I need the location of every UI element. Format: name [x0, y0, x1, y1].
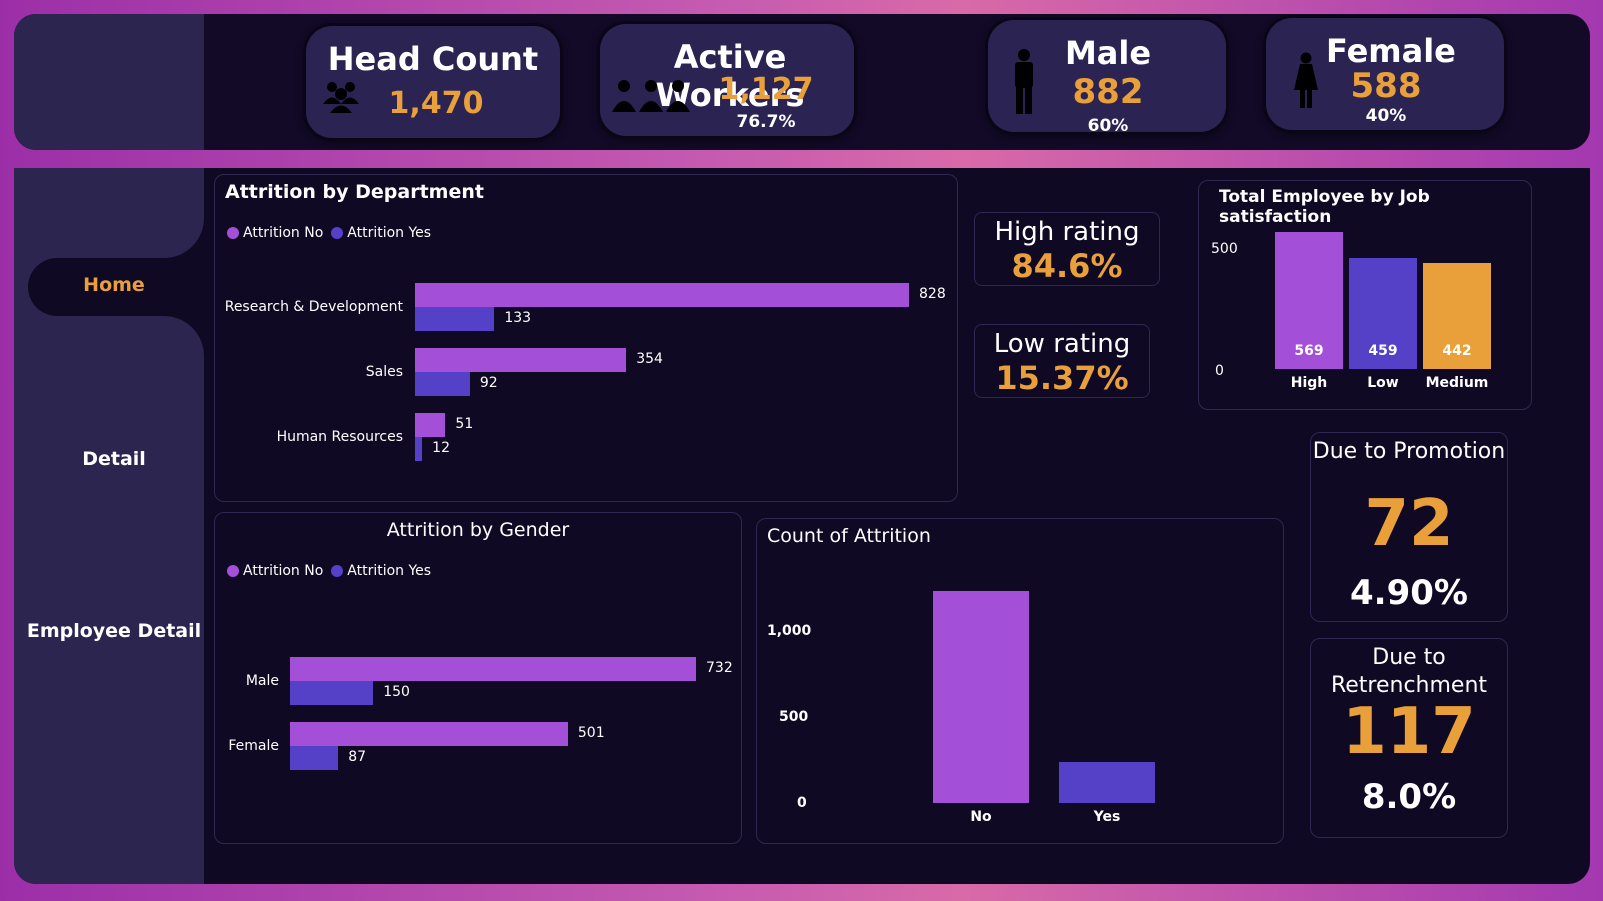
count-tick-0: 0 [797, 795, 807, 811]
count-chart-card: Count of Attrition 1,000 500 0 No Yes [756, 518, 1284, 844]
job-sat-category-label: Low [1367, 375, 1399, 391]
kpi-female-pct: 40% [1365, 106, 1407, 126]
job-sat-category-label: Medium [1425, 375, 1489, 391]
dept-category-label: Sales [365, 364, 403, 380]
count-bar [1059, 762, 1155, 803]
gender-bar-yes [290, 746, 339, 770]
gender-bar-no [290, 722, 568, 746]
male-icon [1010, 48, 1038, 118]
dept-value-yes: 92 [479, 375, 498, 391]
main-panel: Home Detail Employee Detail Attrition by… [14, 168, 1590, 884]
dept-bar-no [415, 413, 446, 437]
nav-home[interactable]: Home [24, 274, 204, 296]
job-sat-tick-500: 500 [1211, 241, 1238, 257]
dept-value-yes: 12 [432, 440, 450, 456]
team-icon [612, 78, 690, 116]
nav-detail[interactable]: Detail [24, 448, 204, 470]
low-rating-value: 15.37% [995, 359, 1129, 397]
kpi-female-title: Female [1326, 32, 1456, 70]
dept-value-no: 354 [636, 351, 663, 367]
count-category-label: Yes [1093, 809, 1121, 825]
header-sidebar [14, 14, 204, 150]
job-sat-title: Total Employee by Job satisfaction [1219, 187, 1430, 227]
legend-no-dot [227, 565, 239, 577]
retrenchment-title-1: Due to [1372, 645, 1446, 670]
high-rating-value: 84.6% [1011, 247, 1123, 285]
kpi-male-value: 882 [1072, 72, 1144, 112]
count-tick-1000: 1,000 [767, 623, 812, 639]
dept-category-label: Human Resources [276, 429, 403, 445]
dept-bar-yes [415, 437, 423, 461]
legend-no-label: Attrition No [243, 563, 324, 579]
gender-chart-card: Attrition by Gender Attrition No Attriti… [214, 512, 742, 844]
nav-employee-detail[interactable]: Employee Detail [24, 620, 204, 642]
gender-chart-title: Attrition by Gender [386, 519, 570, 541]
kpi-active-workers-pct: 76.7% [736, 112, 796, 132]
kpi-active-workers-value: 1,127 [718, 72, 814, 107]
kpi-active-workers: Active Workers 1,127 76.7% [600, 24, 854, 136]
nav-curve-top [154, 208, 204, 258]
dept-bar-yes [415, 307, 495, 331]
legend-yes-label: Attrition Yes [347, 563, 432, 579]
job-sat-card: Total Employee by Job satisfaction 500 0… [1198, 180, 1532, 410]
job-sat-tick-0: 0 [1215, 363, 1224, 379]
job-sat-category-label: High [1290, 375, 1328, 391]
dept-chart-title: Attrition by Department [225, 181, 484, 203]
high-rating-label: High rating [994, 217, 1140, 247]
dept-bar-no [415, 283, 909, 307]
gender-value-no: 732 [706, 660, 733, 676]
count-category-label: No [970, 809, 992, 825]
low-rating-label: Low rating [993, 329, 1131, 359]
kpi-head-count-title: Head Count [327, 40, 539, 78]
kpi-male: Male 882 60% [988, 20, 1226, 136]
retrenchment-value: 117 [1342, 695, 1476, 769]
gender-category-label: Female [228, 738, 279, 754]
legend-no-dot [227, 227, 239, 239]
promotion-value: 72 [1364, 487, 1454, 561]
dept-legend: Attrition No Attrition Yes [227, 225, 431, 241]
dept-bar-no [415, 348, 627, 372]
kpi-male-pct: 60% [1087, 116, 1129, 136]
kpi-head-count: Head Count 1,470 [306, 26, 560, 138]
gender-bar-yes [290, 681, 374, 705]
dept-value-no: 51 [455, 416, 474, 432]
legend-yes-dot [331, 227, 344, 239]
dept-value-no: 828 [919, 286, 946, 302]
gender-category-label: Male [245, 673, 279, 689]
job-sat-bar-value: 442 [1442, 343, 1472, 359]
kpi-header: Head Count 1,470 Active Workers 1,127 76… [14, 14, 1590, 150]
promotion-card: Due to Promotion 72 4.90% [1310, 432, 1508, 622]
gender-value-yes: 87 [348, 749, 367, 765]
gender-bar-no [290, 657, 696, 681]
female-icon [1292, 52, 1320, 112]
legend-no-label: Attrition No [243, 225, 324, 241]
legend-yes-label: Attrition Yes [347, 225, 432, 241]
count-bar [933, 590, 1029, 803]
kpi-female-value: 588 [1350, 66, 1422, 106]
count-chart-title: Count of Attrition [767, 525, 931, 547]
low-rating-card: Low rating 15.37% [974, 324, 1150, 398]
retrenchment-card: Due to Retrenchment 117 8.0% [1310, 638, 1508, 838]
kpi-female: Female 588 40% [1266, 18, 1504, 130]
retrenchment-pct: 8.0% [1361, 777, 1457, 817]
gender-legend: Attrition No Attrition Yes [227, 563, 431, 579]
dept-bar-yes [415, 372, 470, 396]
promotion-title: Due to Promotion [1312, 439, 1506, 464]
kpi-male-title: Male [1064, 34, 1152, 72]
gender-value-no: 501 [577, 725, 605, 741]
dept-chart-card: Attrition by Department Attrition No Att… [214, 174, 958, 502]
nav-curve-bottom [154, 316, 204, 366]
job-sat-bar-value: 569 [1294, 343, 1324, 359]
gender-value-yes: 150 [383, 684, 410, 700]
dept-category-label: Research & Development [224, 299, 403, 315]
kpi-head-count-value: 1,470 [388, 86, 484, 121]
count-tick-500: 500 [779, 709, 809, 725]
job-sat-bar-value: 459 [1368, 343, 1398, 359]
high-rating-card: High rating 84.6% [974, 212, 1160, 286]
promotion-pct: 4.90% [1350, 573, 1468, 613]
legend-yes-dot [331, 565, 344, 577]
dept-value-yes: 133 [504, 310, 532, 326]
